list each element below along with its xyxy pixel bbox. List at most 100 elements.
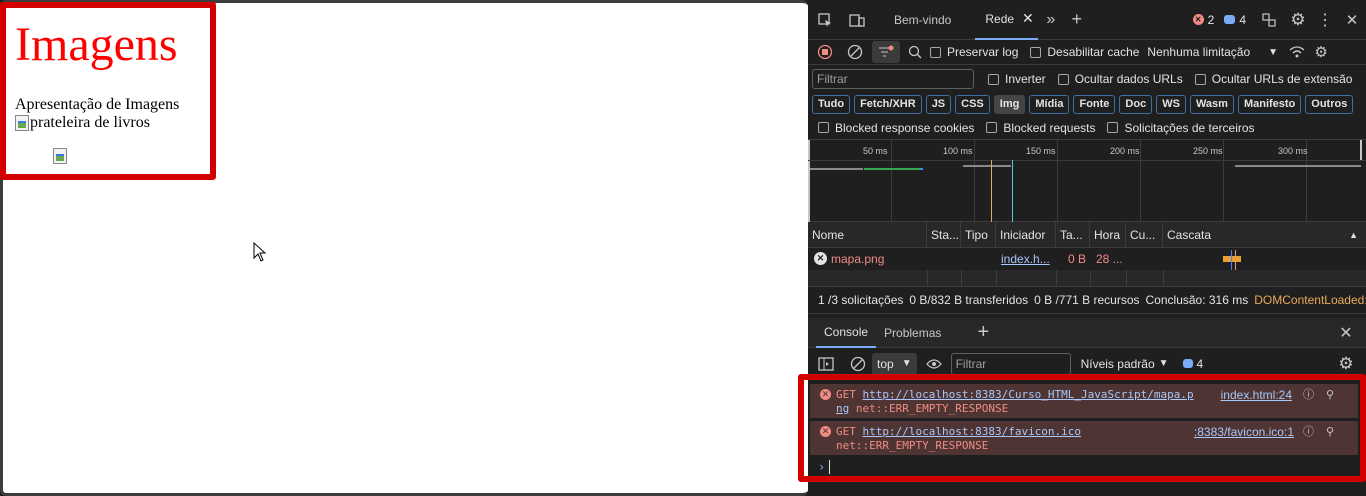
hide-extension-urls-label: Ocultar URLs de extensão (1211, 72, 1353, 86)
more-tabs-icon[interactable]: » (1038, 11, 1064, 29)
status-requests: 1 /3 solicitações (818, 293, 904, 307)
column-type[interactable]: Tipo (961, 222, 996, 248)
context-select[interactable]: top ▼ (872, 352, 917, 375)
chip-fetch-xhr[interactable]: Fetch/XHR (854, 94, 922, 114)
devtools-tab-bar: Bem-vindo Rede ✕ » + ✕ 2 4 ⚙ ⋮ ✕ (808, 0, 1366, 40)
failed-request-icon: ✕ (814, 252, 827, 265)
column-initiator[interactable]: Iniciador (996, 222, 1056, 248)
network-toolbar: Preservar log Desabilitar cache Nenhuma … (808, 40, 1366, 65)
message-count: 4 (1239, 12, 1246, 27)
resource-type-chips: Tudo Fetch/XHR JS CSS Img Mídia Fonte Do… (808, 94, 1366, 114)
close-drawer-icon[interactable]: ✕ (1326, 323, 1366, 343)
throttling-select[interactable]: Nenhuma limitação ▼ (1147, 45, 1278, 59)
request-size: 0 B (1068, 252, 1087, 266)
chip-js[interactable]: JS (925, 94, 952, 114)
issues-count: 4 (1196, 356, 1204, 371)
table-row[interactable]: ✕ mapa.png index.h... 0 B 28 ... (808, 248, 1366, 270)
message-counter[interactable]: 4 (1224, 13, 1246, 27)
status-domcontentloaded: DOMContentLoaded: 10 (1254, 293, 1366, 307)
log-levels-value: Níveis padrão (1080, 356, 1155, 371)
record-stop-icon[interactable] (808, 44, 842, 60)
sort-ascending-icon: ▲ (1349, 230, 1358, 240)
highlight-box-console (798, 374, 1366, 482)
column-name[interactable]: Nome (808, 222, 927, 248)
disable-cache-label: Desabilitar cache (1047, 45, 1140, 59)
tab-network-label: Rede (985, 11, 1015, 26)
status-resources: 0 B /771 B recursos (1034, 293, 1140, 307)
column-waterfall[interactable]: Cascata ▲ (1163, 222, 1366, 248)
column-time[interactable]: Hora (1090, 222, 1126, 248)
tab-welcome[interactable]: Bem-vindo (884, 0, 961, 40)
chevron-down-icon: ▼ (1158, 358, 1169, 369)
preserve-log-label: Preservar log (947, 45, 1019, 59)
network-settings-icon[interactable]: ⚙ (1310, 43, 1332, 61)
chip-doc[interactable]: Doc (1119, 94, 1153, 114)
live-expression-eye-icon[interactable] (917, 358, 951, 370)
tab-issues[interactable]: Problemas (876, 318, 949, 348)
sidebar-toggle-icon[interactable] (808, 356, 844, 371)
clear-icon[interactable] (842, 44, 868, 60)
issues-counter[interactable]: 4 (1182, 356, 1204, 371)
tab-network[interactable]: Rede ✕ (975, 0, 1038, 40)
customize-icon[interactable] (1254, 12, 1284, 28)
chip-img[interactable]: Img (993, 94, 1026, 114)
tab-console[interactable]: Console (816, 318, 877, 348)
chip-font[interactable]: Fonte (1073, 94, 1116, 114)
close-devtools-icon[interactable]: ✕ (1338, 11, 1366, 29)
chip-media[interactable]: Mídia (1029, 94, 1070, 114)
log-levels-select[interactable]: Níveis padrão ▼ (1081, 357, 1169, 371)
more-options-icon[interactable]: ⋮ (1312, 10, 1338, 30)
column-cookies[interactable]: Cu... (1126, 222, 1163, 248)
add-tab-icon[interactable]: + (1064, 9, 1090, 30)
close-tab-icon[interactable]: ✕ (1022, 10, 1034, 27)
error-icon: ✕ (1192, 14, 1204, 25)
waterfall-bar (1223, 256, 1241, 262)
chip-all[interactable]: Tudo (812, 94, 851, 114)
error-counter[interactable]: ✕ 2 (1192, 13, 1214, 27)
timeline-handle-left[interactable] (808, 140, 810, 222)
network-conditions-icon[interactable] (1284, 45, 1310, 59)
filter-row: Filtrar Inverter Ocultar dados URLs Ocul… (808, 67, 1366, 91)
chip-other[interactable]: Outros (1305, 94, 1354, 114)
hide-data-urls-label: Ocultar dados URLs (1074, 72, 1183, 86)
filter-toggle-icon[interactable] (872, 41, 900, 63)
chevron-down-icon: ▼ (1268, 46, 1279, 58)
chip-ws[interactable]: WS (1156, 94, 1186, 114)
third-party-label: Solicitações de terceiros (1124, 120, 1255, 135)
chevron-down-icon: ▼ (901, 358, 912, 369)
tick-label: 100 ms (943, 146, 973, 156)
blocked-filters-row: Blocked response cookies Blocked request… (808, 116, 1366, 140)
timeline-overview[interactable]: 50 ms 100 ms 150 ms 200 ms 250 ms 300 ms (808, 140, 1366, 222)
device-toolbar-icon[interactable] (842, 0, 872, 40)
settings-gear-icon[interactable]: ⚙ (1284, 10, 1312, 30)
chip-manifest[interactable]: Manifesto (1237, 94, 1302, 114)
console-filter-input[interactable]: Filtrar (950, 352, 1071, 375)
chip-wasm[interactable]: Wasm (1189, 94, 1234, 114)
hide-data-urls-checkbox[interactable]: Ocultar dados URLs (1057, 72, 1183, 86)
column-size[interactable]: Ta... (1056, 222, 1090, 248)
search-icon[interactable] (900, 45, 930, 59)
blocked-cookies-checkbox[interactable]: Blocked response cookies (818, 121, 974, 135)
blocked-requests-checkbox[interactable]: Blocked requests (986, 121, 1095, 135)
clear-console-icon[interactable] (844, 356, 872, 372)
preserve-log-checkbox[interactable]: Preservar log (930, 45, 1018, 59)
column-status[interactable]: Sta... (927, 222, 961, 248)
request-time: 28 ... (1096, 252, 1123, 266)
invert-checkbox[interactable]: Inverter (988, 72, 1046, 86)
tick-label: 50 ms (863, 146, 888, 156)
request-initiator-link[interactable]: index.h... (1001, 252, 1050, 266)
hide-extension-urls-checkbox[interactable]: Ocultar URLs de extensão (1194, 72, 1353, 86)
context-value: top (877, 356, 894, 371)
blocked-cookies-label: Blocked response cookies (835, 120, 975, 135)
highlight-box-page (0, 2, 216, 180)
add-drawer-tab-icon[interactable]: + (963, 321, 1003, 344)
inspect-element-icon[interactable] (808, 0, 842, 40)
timeline-handle-right[interactable] (1360, 140, 1362, 160)
network-filter-input[interactable]: Filtrar (812, 69, 974, 89)
third-party-checkbox[interactable]: Solicitações de terceiros (1107, 120, 1255, 135)
disable-cache-checkbox[interactable]: Desabilitar cache (1030, 45, 1139, 59)
chip-css[interactable]: CSS (955, 94, 990, 114)
console-settings-gear-icon[interactable]: ⚙ (1326, 354, 1366, 374)
blocked-requests-label: Blocked requests (1003, 120, 1096, 135)
tick-label: 150 ms (1026, 146, 1056, 156)
